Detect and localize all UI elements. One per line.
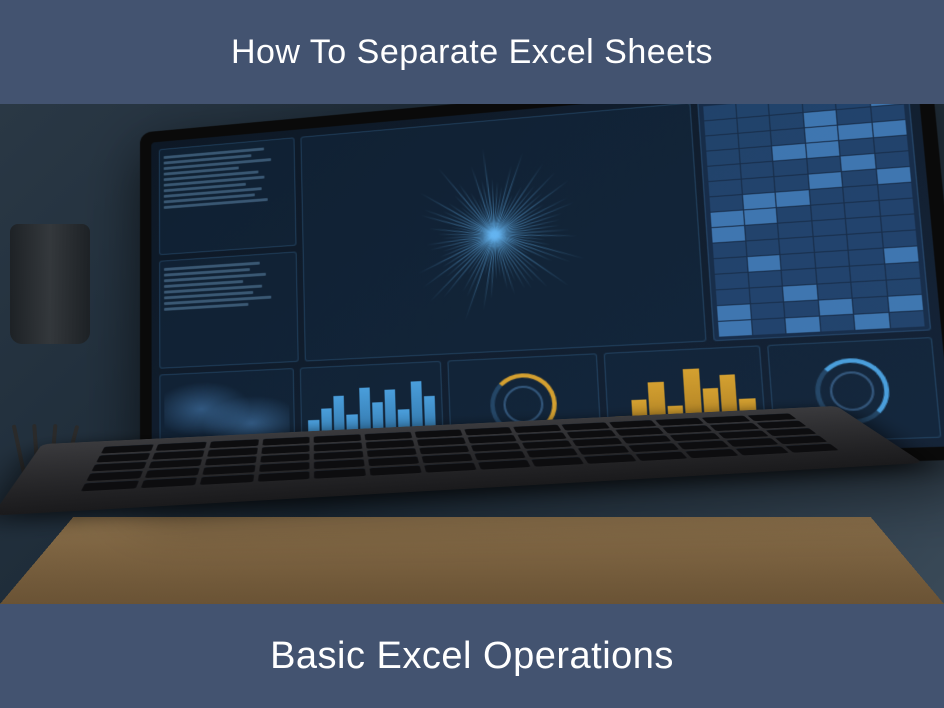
table-grid: [698, 104, 930, 341]
top-banner: How To Separate Excel Sheets: [0, 0, 944, 104]
page-title: How To Separate Excel Sheets: [231, 33, 713, 72]
data-panel-list: [159, 137, 297, 254]
category-title: Basic Excel Operations: [270, 635, 674, 678]
data-panel-list: [159, 251, 299, 369]
sunburst-chart: // rays generated below in main script: [300, 104, 706, 362]
hero-image: // rays generated below in main script: [0, 104, 944, 604]
bottom-banner: Basic Excel Operations: [0, 604, 944, 708]
data-table: [697, 104, 931, 341]
laptop: // rays generated below in main script: [60, 114, 880, 594]
